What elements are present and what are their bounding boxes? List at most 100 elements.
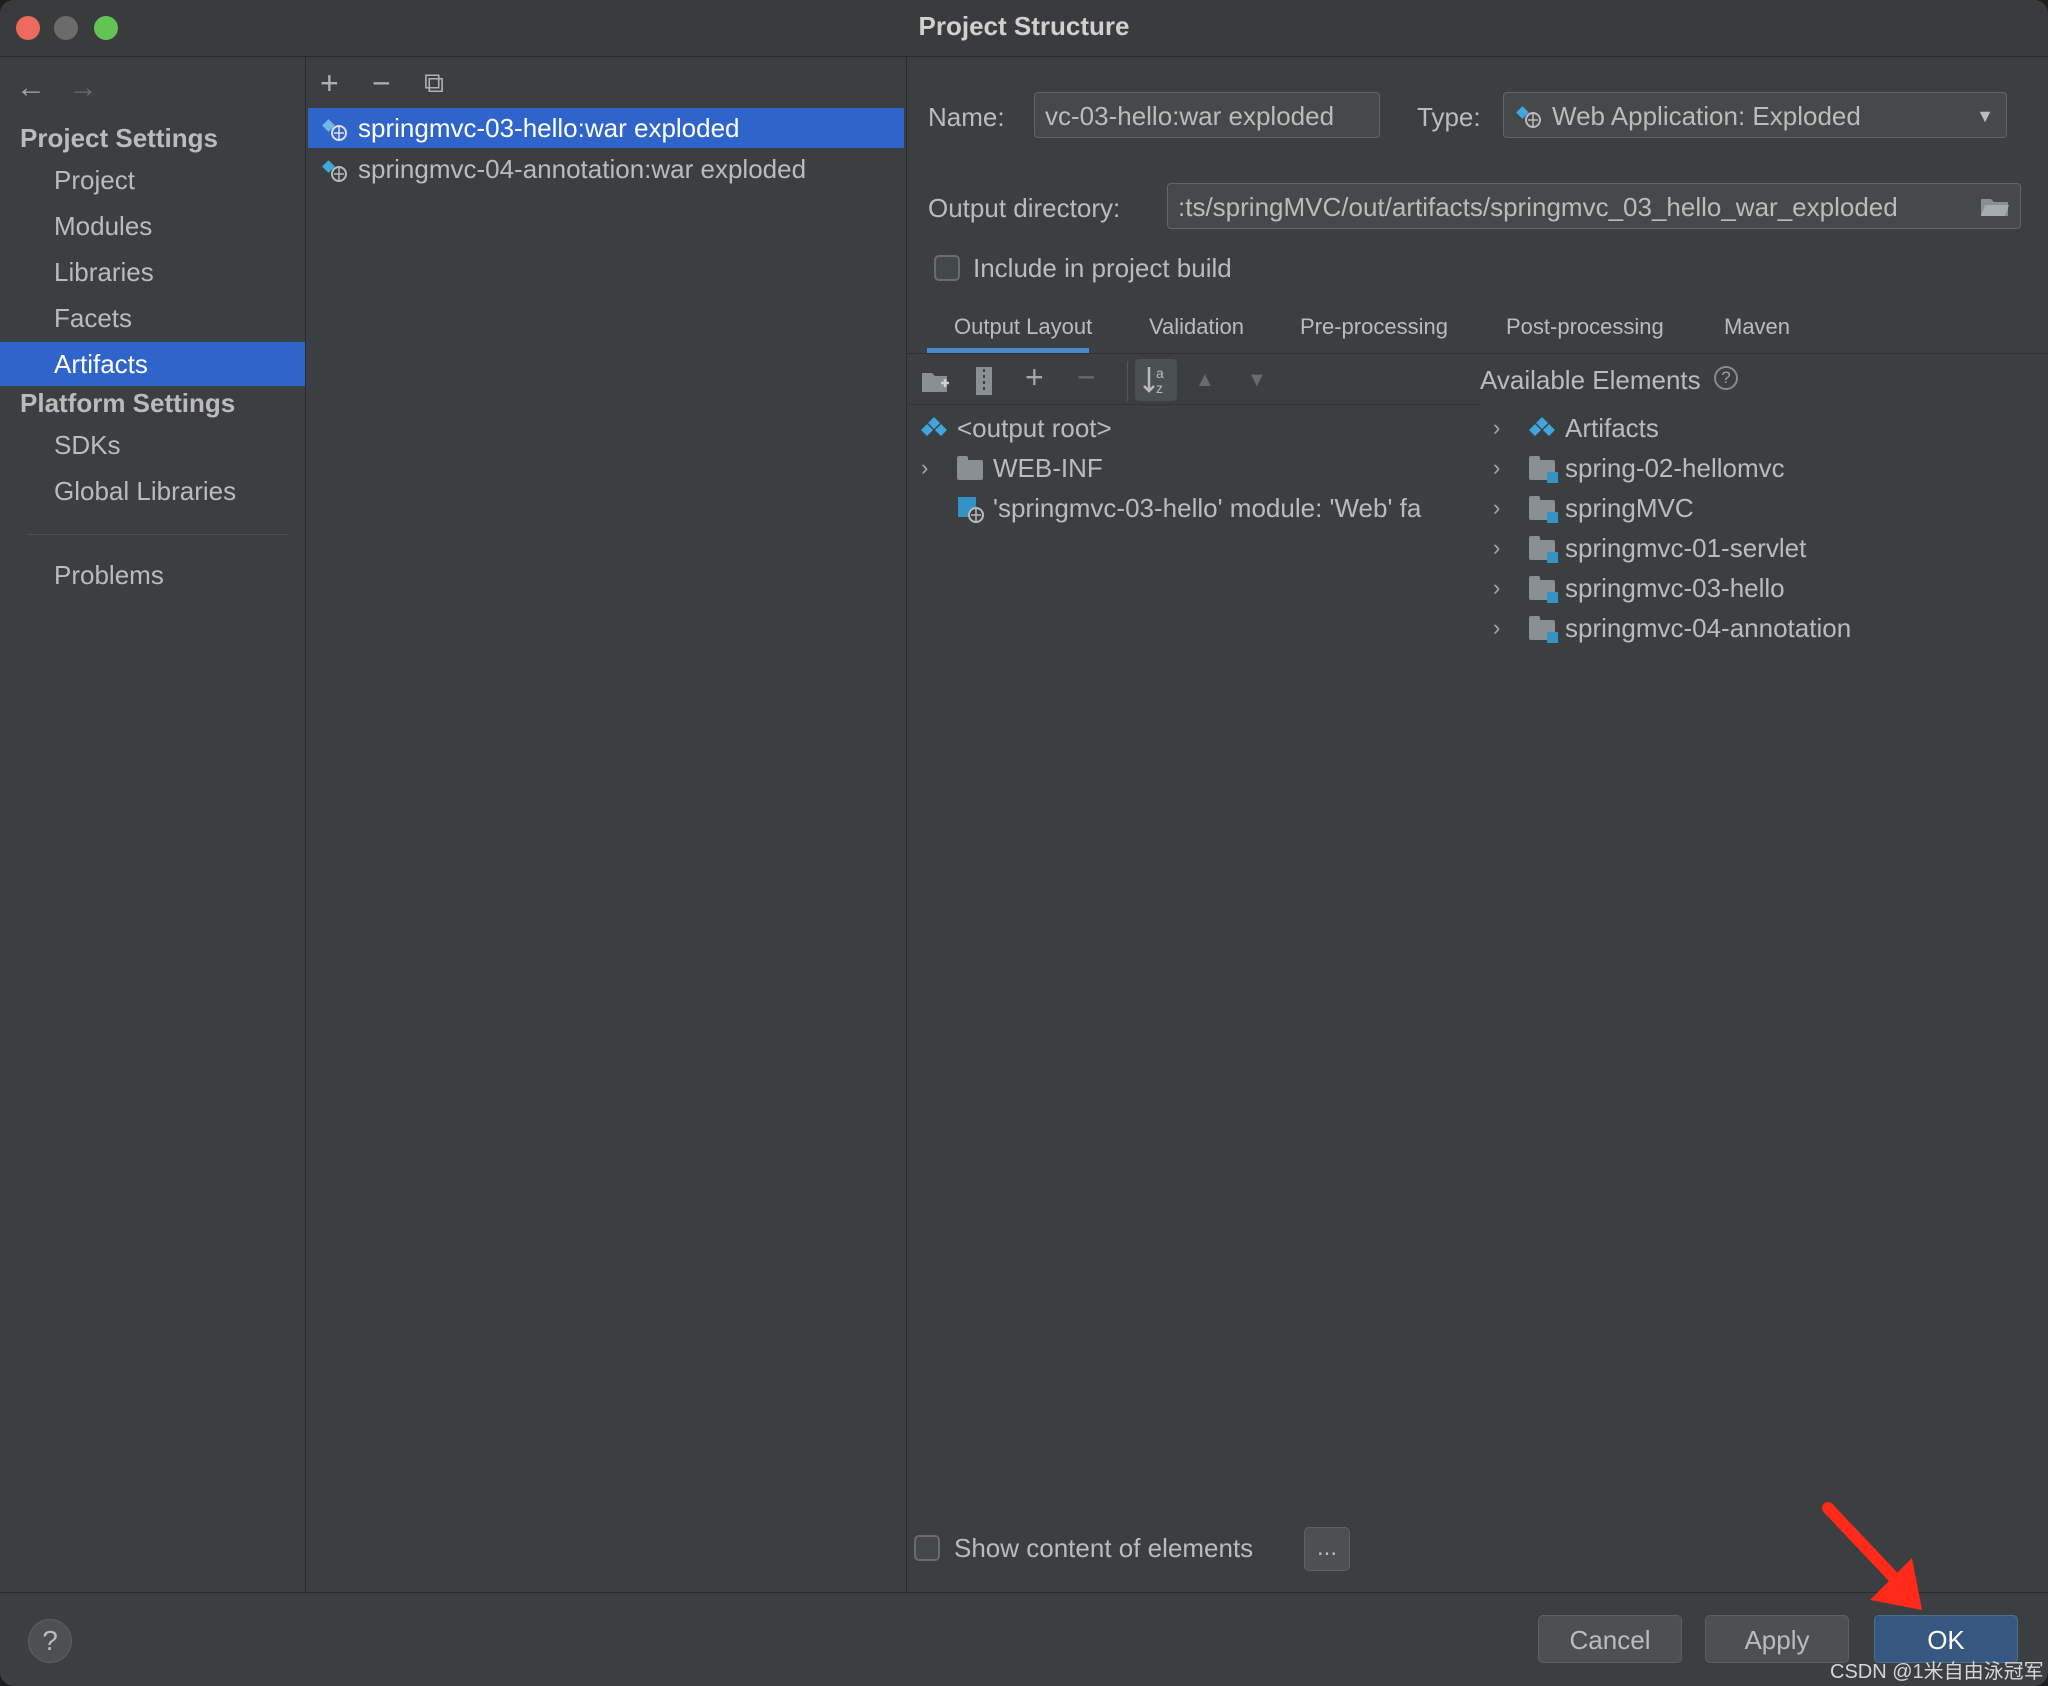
add-element-button[interactable]: + — [1025, 359, 1044, 396]
sidebar-item-label: Libraries — [54, 257, 154, 287]
output-directory-field[interactable]: :ts/springMVC/out/artifacts/springmvc_03… — [1167, 183, 2021, 229]
chevron-right-icon[interactable]: › — [921, 448, 928, 488]
svg-text:a: a — [1156, 365, 1164, 381]
tree-row-label: <output root> — [957, 413, 1112, 443]
sidebar-item-label: Global Libraries — [54, 476, 237, 506]
tree-row-label: springmvc-04-annotation — [1565, 613, 1852, 643]
name-label: Name: — [928, 102, 1005, 132]
back-arrow-icon[interactable]: ← — [16, 71, 46, 105]
sort-elements-icon[interactable]: a z — [1135, 359, 1177, 401]
settings-sidebar: ← → Project Settings Project Modules Lib… — [0, 57, 306, 1593]
tree-row-web-facet[interactable]: 'springmvc-03-hello' module: 'Web' fa — [921, 488, 1481, 528]
window-title: Project Structure — [918, 11, 1130, 41]
web-facet-icon — [958, 497, 984, 523]
sidebar-item-label: Project — [54, 165, 135, 195]
watermark: CSDN @1米自由泳冠军 — [1830, 1661, 2044, 1683]
create-archive-icon[interactable] — [973, 365, 995, 397]
include-in-build-checkbox[interactable] — [934, 255, 960, 281]
module-folder-icon — [1529, 536, 1558, 563]
help-icon[interactable]: ? — [1714, 366, 1738, 390]
sidebar-item-label: Modules — [54, 211, 153, 241]
svg-text:z: z — [1156, 380, 1163, 396]
add-artifact-button[interactable]: + — [320, 65, 339, 102]
chevron-down-icon: ▼ — [1976, 106, 1994, 126]
artifact-item-label: springmvc-03-hello:war exploded — [358, 113, 740, 143]
sidebar-item-label: SDKs — [54, 430, 121, 460]
red-annotation-arrow-icon — [1822, 1502, 1922, 1610]
footer-divider — [0, 1592, 2048, 1593]
type-label: Type: — [1417, 102, 1481, 132]
sidebar-item-modules[interactable]: Modules — [0, 204, 305, 248]
tree-row-label: springmvc-03-hello — [1565, 573, 1785, 603]
sidebar-item-facets[interactable]: Facets — [0, 296, 305, 340]
chevron-right-icon[interactable]: › — [1493, 408, 1500, 448]
tab-output-layout[interactable]: Output Layout — [954, 314, 1092, 340]
layout-tree-divider — [907, 404, 1481, 405]
include-in-build-label: Include in project build — [973, 253, 1232, 283]
output-directory-value: :ts/springMVC/out/artifacts/springmvc_03… — [1178, 192, 1898, 222]
cancel-button[interactable]: Cancel — [1538, 1615, 1682, 1663]
tab-maven[interactable]: Maven — [1724, 314, 1790, 340]
available-elements-label: Available Elements — [1480, 365, 1701, 395]
tab-validation[interactable]: Validation — [1149, 314, 1244, 340]
output-root-icon — [921, 417, 947, 436]
sidebar-item-label: Problems — [54, 560, 164, 590]
chevron-right-icon[interactable]: › — [1493, 488, 1500, 528]
module-folder-icon — [1529, 616, 1558, 643]
platform-settings-header: Platform Settings — [20, 388, 236, 418]
show-content-label: Show content of elements — [954, 1533, 1254, 1563]
browse-folder-icon[interactable] — [1980, 196, 2010, 218]
chevron-right-icon[interactable]: › — [1493, 608, 1500, 648]
sidebar-item-libraries[interactable]: Libraries — [0, 250, 305, 294]
help-button[interactable]: ? — [28, 1619, 72, 1663]
sidebar-item-label: Facets — [54, 303, 133, 333]
tree-row-label: springMVC — [1565, 493, 1694, 523]
type-select[interactable]: Web Application: Exploded ▼ — [1503, 92, 2007, 138]
chevron-right-icon[interactable]: › — [1493, 528, 1500, 568]
sidebar-item-artifacts[interactable]: Artifacts — [0, 342, 305, 386]
show-content-options-button[interactable]: ... — [1304, 1527, 1350, 1571]
show-content-checkbox[interactable] — [914, 1535, 940, 1561]
move-down-button[interactable]: ▼ — [1247, 369, 1267, 392]
name-field[interactable]: vc-03-hello:war exploded — [1034, 92, 1380, 138]
sidebar-divider — [28, 534, 288, 535]
artifact-item-label: springmvc-04-annotation:war exploded — [358, 154, 807, 184]
artifact-item[interactable]: springmvc-03-hello:war exploded — [308, 108, 904, 148]
sidebar-item-sdks[interactable]: SDKs — [0, 423, 305, 467]
sidebar-item-problems[interactable]: Problems — [0, 553, 305, 597]
remove-element-button[interactable]: − — [1077, 359, 1096, 396]
remove-artifact-button[interactable]: − — [372, 65, 391, 102]
artifacts-icon — [1529, 417, 1555, 436]
create-directory-icon[interactable] — [921, 369, 951, 395]
tree-row-label: spring-02-hellomvc — [1565, 453, 1785, 483]
artifact-item[interactable]: springmvc-04-annotation:war exploded — [308, 149, 904, 189]
apply-button[interactable]: Apply — [1705, 1615, 1849, 1663]
tab-post-processing[interactable]: Post-processing — [1506, 314, 1664, 340]
move-up-button[interactable]: ▲ — [1195, 369, 1215, 392]
tabs-divider — [907, 353, 2048, 354]
web-artifact-icon — [322, 160, 347, 182]
sidebar-item-global-libraries[interactable]: Global Libraries — [0, 469, 305, 513]
module-folder-icon — [1529, 496, 1558, 523]
folder-icon — [957, 456, 983, 480]
type-select-value: Web Application: Exploded — [1552, 101, 1861, 131]
sidebar-item-project[interactable]: Project — [0, 158, 305, 202]
project-settings-header: Project Settings — [20, 123, 218, 153]
copy-artifact-button[interactable]: ⧉ — [424, 67, 444, 100]
sidebar-item-label: Artifacts — [54, 349, 148, 379]
tree-row-label: Artifacts — [1565, 413, 1659, 443]
web-artifact-icon — [322, 119, 347, 141]
artifact-list-panel: + − ⧉ springmvc-03-hello:war exploded sp… — [306, 57, 907, 1593]
forward-arrow-icon[interactable]: → — [68, 71, 98, 105]
artifact-details-panel: Name: vc-03-hello:war exploded Type: Web… — [907, 57, 2048, 1593]
module-folder-icon — [1529, 456, 1558, 483]
tree-row-label: springmvc-01-servlet — [1565, 533, 1807, 563]
web-app-icon — [1516, 106, 1541, 128]
title-bar: Project Structure — [0, 0, 2048, 57]
module-folder-icon — [1529, 576, 1558, 603]
tab-pre-processing[interactable]: Pre-processing — [1300, 314, 1448, 340]
chevron-right-icon[interactable]: › — [1493, 448, 1500, 488]
toolbar-separator — [1127, 361, 1128, 401]
chevron-right-icon[interactable]: › — [1493, 568, 1500, 608]
tree-row-label: 'springmvc-03-hello' module: 'Web' fa — [993, 493, 1422, 523]
